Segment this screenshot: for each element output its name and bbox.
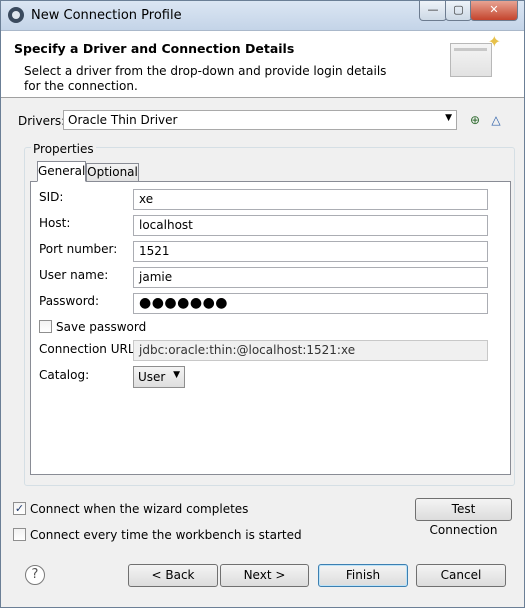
catalog-label: Catalog: bbox=[39, 368, 90, 382]
next-button[interactable]: Next > bbox=[220, 564, 309, 587]
title-bar[interactable]: New Connection Profile — ▢ ✕ bbox=[1, 1, 524, 31]
connect-every-time-label[interactable]: Connect every time the workbench is star… bbox=[30, 528, 302, 542]
catalog-select[interactable]: User ▼ bbox=[133, 366, 185, 388]
back-button[interactable]: < Back bbox=[128, 564, 218, 587]
window-title: New Connection Profile bbox=[31, 8, 182, 23]
connection-url-label: Connection URL: bbox=[39, 342, 139, 356]
port-number-input[interactable]: 1521 bbox=[133, 241, 488, 262]
connect-on-complete-checkbox[interactable]: ✓ bbox=[13, 502, 26, 515]
user-name-input[interactable]: jamie bbox=[133, 267, 488, 288]
drivers-select[interactable]: Oracle Thin Driver ▼ bbox=[63, 110, 457, 130]
help-icon[interactable]: ? bbox=[25, 565, 45, 585]
host-input[interactable]: localhost bbox=[133, 215, 488, 236]
wizard-image-icon bbox=[450, 32, 501, 77]
user-name-label: User name: bbox=[39, 268, 109, 282]
catalog-selected-value: User bbox=[138, 370, 166, 384]
connection-url-field[interactable]: jdbc:oracle:thin:@localhost:1521:xe bbox=[133, 340, 488, 361]
connect-every-time-checkbox[interactable] bbox=[13, 528, 26, 541]
save-password-checkbox[interactable] bbox=[39, 320, 52, 333]
sid-label: SID: bbox=[39, 190, 64, 204]
chevron-down-icon: ▼ bbox=[445, 113, 452, 123]
close-button[interactable]: ✕ bbox=[470, 1, 518, 21]
chevron-down-icon: ▼ bbox=[173, 370, 180, 380]
drivers-selected-value: Oracle Thin Driver bbox=[68, 113, 178, 127]
host-label: Host: bbox=[39, 216, 71, 230]
edit-driver-icon[interactable]: △ bbox=[488, 112, 504, 128]
tab-general[interactable]: General bbox=[37, 161, 86, 182]
password-input[interactable]: ●●●●●●● bbox=[133, 293, 488, 314]
port-number-label: Port number: bbox=[39, 242, 118, 256]
test-connection-button[interactable]: Test Connection bbox=[415, 498, 512, 537]
properties-group-label: Properties bbox=[31, 142, 96, 156]
banner-description: Select a driver from the drop-down and p… bbox=[24, 64, 387, 93]
finish-button[interactable]: Finish bbox=[318, 564, 408, 587]
drivers-label: Drivers: bbox=[18, 114, 66, 128]
cancel-button[interactable]: Cancel bbox=[416, 564, 506, 587]
new-driver-icon[interactable]: ⊕ bbox=[467, 112, 483, 128]
dialog-window: New Connection Profile — ▢ ✕ Specify a D… bbox=[0, 0, 525, 608]
app-icon bbox=[8, 7, 24, 23]
maximize-button[interactable]: ▢ bbox=[445, 1, 472, 21]
wizard-banner: Specify a Driver and Connection Details … bbox=[1, 31, 524, 98]
connect-on-complete-label[interactable]: Connect when the wizard completes bbox=[30, 502, 248, 516]
tab-optional[interactable]: Optional bbox=[86, 163, 139, 182]
sid-input[interactable]: xe bbox=[133, 189, 488, 210]
banner-heading: Specify a Driver and Connection Details bbox=[14, 41, 295, 56]
minimize-button[interactable]: — bbox=[419, 1, 447, 21]
save-password-label[interactable]: Save password bbox=[56, 320, 146, 334]
password-label: Password: bbox=[39, 294, 100, 308]
